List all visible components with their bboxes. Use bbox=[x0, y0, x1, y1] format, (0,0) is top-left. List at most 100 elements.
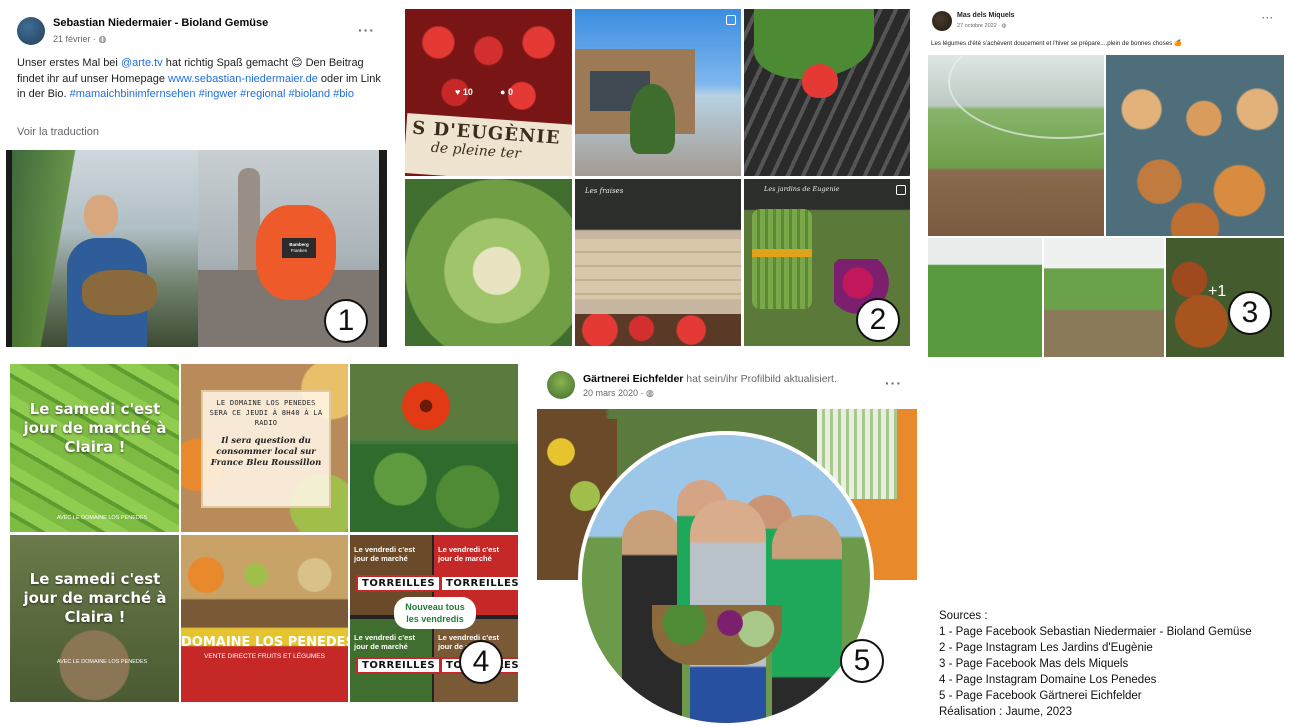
grid-tile-peas-market[interactable]: Le samedi c'est jour de marché à Claira … bbox=[10, 364, 179, 532]
globe-icon-3: ◍ bbox=[1001, 23, 1007, 29]
more-options-icon-3[interactable]: ··· bbox=[1262, 13, 1274, 23]
more-photos-count: +1 bbox=[1208, 283, 1227, 300]
location-tag-1: TORREILLES bbox=[356, 575, 442, 592]
translate-link[interactable]: Voir la traduction bbox=[17, 126, 99, 138]
post-date-text[interactable]: 21 février · bbox=[53, 34, 99, 44]
comments-count: ● 0 bbox=[500, 87, 513, 97]
stall-banner-sub: VENTE DIRECTE FRUITS ET LÉGUMES bbox=[204, 653, 325, 660]
website-link[interactable]: www.sebastian-niedermaier.de bbox=[168, 73, 318, 85]
post-date[interactable]: 21 février · ◍ bbox=[53, 34, 106, 45]
source-line-5: 5 - Page Facebook Gärtnerei Eichfelder bbox=[939, 690, 1142, 702]
board-text: Les fraises bbox=[585, 187, 623, 195]
collage-title-2: Le vendredi c'est jour de marché bbox=[438, 545, 499, 563]
person-head bbox=[84, 195, 118, 235]
more-options-icon-5[interactable]: ··· bbox=[885, 375, 902, 391]
source-line-3: 3 - Page Facebook Mas dels Miquels bbox=[939, 658, 1129, 670]
collage-title-1: Le vendredi c'est jour de marché bbox=[354, 545, 415, 563]
source-line-2: 2 - Page Instagram Les Jardins d'Eugènie bbox=[939, 642, 1153, 654]
map-label: Bamberg Franken bbox=[282, 238, 316, 258]
vegetable-basket bbox=[652, 605, 782, 665]
strawberries-front bbox=[575, 314, 741, 346]
multi-photo-icon-2 bbox=[896, 185, 906, 195]
board-text-1: Les fraises bbox=[585, 187, 624, 195]
grid-tile-strawberries-sign[interactable]: ♥ 10 ● 0 S D'EUGÈNIE de pleine ter bbox=[405, 9, 572, 176]
multi-photo-icon bbox=[726, 15, 736, 25]
post-text-3: Les légumes d'été s'achèvent doucement e… bbox=[931, 40, 1182, 47]
tile-title-2: Le samedi c'est jour de marché à Claira … bbox=[23, 570, 167, 626]
badge-5: 5 bbox=[840, 639, 884, 683]
badge-2: 2 bbox=[856, 298, 900, 342]
strawberry-fruit bbox=[802, 64, 838, 98]
text-part-1: Unser erstes Mal bei bbox=[17, 57, 121, 69]
farmer-photo bbox=[12, 150, 198, 347]
author-avatar-3[interactable] bbox=[932, 11, 952, 31]
tile-title: Le samedi c'est jour de marché à Claira … bbox=[23, 400, 167, 456]
stall-banner-name: DOMAINE LOS PENEDES bbox=[181, 635, 348, 650]
likes-count: ♥ 10 bbox=[455, 87, 473, 97]
photo-fennel-greenhouse[interactable] bbox=[928, 55, 1104, 236]
grid-tile-strawberry-plant[interactable] bbox=[744, 9, 910, 176]
post-date-5[interactable]: 20 mars 2020 · ◍ bbox=[583, 388, 654, 399]
globe-icon-5: ◍ bbox=[646, 388, 654, 398]
comments-value: 0 bbox=[507, 87, 513, 97]
grid-tile-market-board[interactable]: Les fraises bbox=[575, 179, 741, 346]
credit-line: Réalisation : Jaume, 2023 bbox=[939, 706, 1072, 718]
tile-subtitle: AVEC LE DOMAINE LOS PENEDES bbox=[56, 515, 148, 521]
shrub bbox=[630, 84, 675, 154]
hashtags[interactable]: #mamaichbinimfernsehen #ingwer #regional… bbox=[70, 88, 354, 100]
post-date-5-text[interactable]: 20 mars 2020 · bbox=[583, 388, 646, 398]
author-avatar[interactable] bbox=[17, 17, 45, 45]
board-text-2: Les jardins de Eugenie bbox=[764, 185, 840, 193]
announcement-body: Il sera question du consommer local sur … bbox=[210, 436, 322, 468]
collage-title-3: Le vendredi c'est jour de marché bbox=[354, 633, 415, 651]
location-tag-3: TORREILLES bbox=[356, 657, 442, 674]
grid-tile-market-stall[interactable]: DOMAINE LOS PENEDES VENTE DIRECTE FRUITS… bbox=[181, 535, 348, 702]
wooden-sign: S D'EUGÈNIE de pleine ter bbox=[405, 113, 572, 176]
post-text: Unser erstes Mal bei @arte.tv hat richti… bbox=[17, 56, 385, 103]
badge-3: 3 bbox=[1228, 291, 1272, 335]
mention-link[interactable]: @arte.tv bbox=[121, 57, 163, 69]
announcement-card: LE DOMAINE LOS PENEDES SERA CE JEUDI À 8… bbox=[201, 390, 331, 508]
announcement-heading: LE DOMAINE LOS PENEDES SERA CE JEUDI À 8… bbox=[209, 399, 323, 427]
photo-greenhouse-rows[interactable] bbox=[928, 238, 1042, 357]
grid-tile-artichoke-market[interactable]: Le samedi c'est jour de marché à Claira … bbox=[10, 535, 179, 702]
grid-tile-radio-announcement[interactable]: LE DOMAINE LOS PENEDES SERA CE JEUDI À 8… bbox=[181, 364, 348, 532]
likes-value: 10 bbox=[462, 87, 473, 97]
author-avatar-5[interactable] bbox=[547, 371, 575, 399]
kale-leaves bbox=[350, 444, 518, 532]
grid-tile-nasturtium-kale[interactable] bbox=[350, 364, 518, 532]
photo-squash-crates[interactable] bbox=[1106, 55, 1284, 236]
sources-heading: Sources : bbox=[939, 610, 988, 622]
wood-crate bbox=[575, 239, 741, 299]
greenhouse-arc bbox=[948, 55, 1104, 139]
bubble-line-1: Nouveau tous bbox=[405, 602, 465, 612]
tile-subtitle-2: AVEC LE DOMAINE LOS PENEDES bbox=[56, 659, 148, 665]
source-line-4: 4 - Page Instagram Domaine Los Penedes bbox=[939, 674, 1157, 686]
post-header-5: Gärtnerei Eichfelder hat sein/ihr Profil… bbox=[583, 373, 837, 385]
profile-picture[interactable] bbox=[578, 431, 874, 727]
post-date-3-text[interactable]: 27 octobre 2022 · bbox=[957, 23, 1002, 29]
badge-1: 1 bbox=[324, 299, 368, 343]
veg-baskets bbox=[181, 555, 348, 595]
comment-icon: ● bbox=[500, 87, 506, 97]
more-options-icon[interactable]: ··· bbox=[358, 22, 375, 38]
location-tag-2: TORREILLES bbox=[440, 575, 518, 592]
roots-bunch bbox=[82, 270, 157, 315]
map-label-bottom: Franken bbox=[290, 248, 308, 253]
author-name[interactable]: Sebastian Niedermaier - Bioland Gemüse bbox=[53, 17, 268, 29]
sources-caption: Sources : 1 - Page Facebook Sebastian Ni… bbox=[939, 608, 1252, 720]
bubble-line-2: les vendredis bbox=[406, 614, 464, 624]
grid-tile-cauliflower[interactable] bbox=[405, 179, 572, 346]
globe-icon: ◍ bbox=[98, 34, 107, 44]
heart-icon: ♥ bbox=[455, 87, 461, 97]
action-text: hat sein/ihr Profilbild aktualisiert. bbox=[683, 373, 837, 385]
source-line-1: 1 - Page Facebook Sebastian Niedermaier … bbox=[939, 626, 1252, 638]
nasturtium-flower bbox=[402, 382, 450, 430]
person-right bbox=[772, 515, 842, 723]
asparagus-bundle bbox=[752, 209, 812, 309]
author-name-5[interactable]: Gärtnerei Eichfelder bbox=[583, 373, 683, 385]
post-date-3[interactable]: 27 octobre 2022 · ◍ bbox=[957, 23, 1006, 29]
photo-greenhouse-tunnel[interactable] bbox=[1044, 238, 1164, 357]
grid-tile-shop-cabin[interactable] bbox=[575, 9, 741, 176]
author-name-3[interactable]: Mas dels Miquels bbox=[957, 12, 1015, 19]
